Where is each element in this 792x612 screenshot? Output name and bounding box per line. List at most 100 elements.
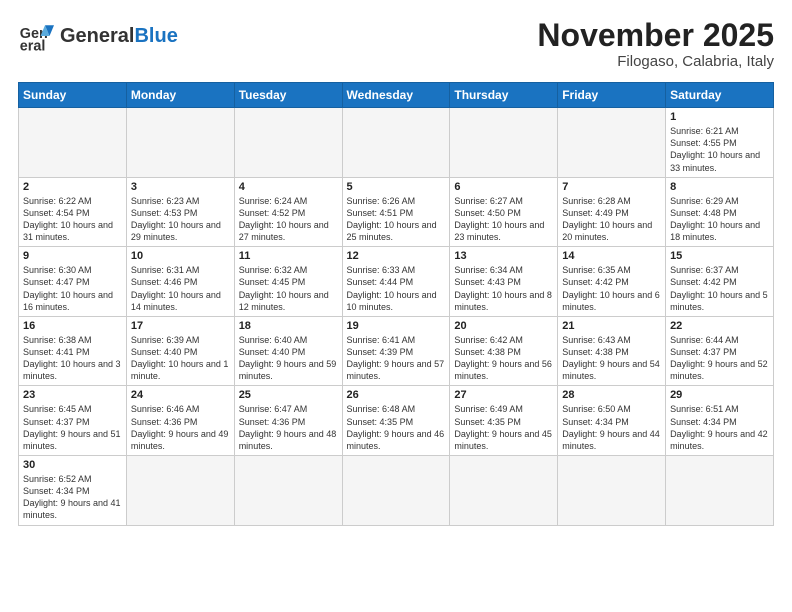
day-number: 27 [454,389,553,401]
day-info: Sunrise: 6:32 AMSunset: 4:45 PMDaylight:… [239,264,338,313]
calendar-cell: 12Sunrise: 6:33 AMSunset: 4:44 PMDayligh… [342,247,450,317]
day-number: 4 [239,181,338,193]
calendar-cell [666,456,774,526]
day-info: Sunrise: 6:30 AMSunset: 4:47 PMDaylight:… [23,264,122,313]
day-number: 22 [670,320,769,332]
day-info: Sunrise: 6:31 AMSunset: 4:46 PMDaylight:… [131,264,230,313]
calendar-cell: 4 Sunrise: 6:24 AMSunset: 4:52 PMDaylight… [234,177,342,247]
calendar-cell: 19 Sunrise: 6:41 AMSunset: 4:39 PMDayligh… [342,316,450,386]
calendar-cell: 3 Sunrise: 6:23 AMSunset: 4:53 PMDaylight… [126,177,234,247]
day-info: Sunrise: 6:29 AMSunset: 4:48 PMDaylight:… [670,195,769,244]
calendar-cell: 20Sunrise: 6:42 AMSunset: 4:38 PMDayligh… [450,316,558,386]
calendar-cell: 17 Sunrise: 6:39 AMSunset: 4:40 PMDayligh… [126,316,234,386]
day-info: Sunrise: 6:21 AMSunset: 4:55 PMDaylight:… [670,125,769,174]
day-info: Sunrise: 6:22 AMSunset: 4:54 PMDaylight:… [23,195,122,244]
day-header-tuesday: Tuesday [234,83,342,108]
day-info: Sunrise: 6:23 AMSunset: 4:53 PMDaylight:… [131,195,230,244]
calendar-cell: 23 Sunrise: 6:45 AMSunset: 4:37 PMDayligh… [19,386,127,456]
day-info: Sunrise: 6:28 AMSunset: 4:49 PMDaylight:… [562,195,661,244]
day-number: 19 [347,320,446,332]
logo-text-block: GeneralBlue [60,25,178,47]
day-header-wednesday: Wednesday [342,83,450,108]
day-info: Sunrise: 6:45 AMSunset: 4:37 PMDaylight:… [23,403,122,452]
calendar-cell: 26 Sunrise: 6:48 AMSunset: 4:35 PMDayligh… [342,386,450,456]
day-number: 29 [670,389,769,401]
day-number: 23 [23,389,122,401]
calendar-cell [126,108,234,178]
header: Gen eral GeneralBlue November 2025 Filog… [18,18,774,70]
page: Gen eral GeneralBlue November 2025 Filog… [0,0,792,536]
day-info: Sunrise: 6:52 AMSunset: 4:34 PMDaylight:… [23,473,122,522]
day-info: Sunrise: 6:37 AMSunset: 4:42 PMDaylight:… [670,264,769,313]
calendar-cell: 5Sunrise: 6:26 AMSunset: 4:51 PMDaylight… [342,177,450,247]
day-info: Sunrise: 6:24 AMSunset: 4:52 PMDaylight:… [239,195,338,244]
calendar-header: SundayMondayTuesdayWednesdayThursdayFrid… [19,83,774,108]
calendar-cell: 6Sunrise: 6:27 AMSunset: 4:50 PMDaylight… [450,177,558,247]
day-number: 26 [347,389,446,401]
day-number: 3 [131,181,230,193]
calendar-cell [342,456,450,526]
calendar-cell: 30 Sunrise: 6:52 AMSunset: 4:34 PMDayligh… [19,456,127,526]
day-number: 30 [23,459,122,471]
calendar-cell: 7 Sunrise: 6:28 AMSunset: 4:49 PMDaylight… [558,177,666,247]
day-number: 9 [23,250,122,262]
calendar-cell [558,456,666,526]
day-number: 17 [131,320,230,332]
day-number: 21 [562,320,661,332]
calendar-cell [450,456,558,526]
day-info: Sunrise: 6:34 AMSunset: 4:43 PMDaylight:… [454,264,553,313]
day-number: 10 [131,250,230,262]
calendar-cell [19,108,127,178]
day-number: 24 [131,389,230,401]
calendar-cell: 1Sunrise: 6:21 AMSunset: 4:55 PMDaylight… [666,108,774,178]
day-info: Sunrise: 6:41 AMSunset: 4:39 PMDaylight:… [347,334,446,383]
calendar-cell [126,456,234,526]
day-number: 11 [239,250,338,262]
day-info: Sunrise: 6:38 AMSunset: 4:41 PMDaylight:… [23,334,122,383]
day-info: Sunrise: 6:48 AMSunset: 4:35 PMDaylight:… [347,403,446,452]
days-header-row: SundayMondayTuesdayWednesdayThursdayFrid… [19,83,774,108]
day-number: 18 [239,320,338,332]
day-info: Sunrise: 6:39 AMSunset: 4:40 PMDaylight:… [131,334,230,383]
calendar-table: SundayMondayTuesdayWednesdayThursdayFrid… [18,82,774,525]
day-info: Sunrise: 6:44 AMSunset: 4:37 PMDaylight:… [670,334,769,383]
title-block: November 2025 Filogaso, Calabria, Italy [537,18,774,70]
calendar-cell: 18 Sunrise: 6:40 AMSunset: 4:40 PMDayligh… [234,316,342,386]
calendar-body: 1Sunrise: 6:21 AMSunset: 4:55 PMDaylight… [19,108,774,525]
calendar-subtitle: Filogaso, Calabria, Italy [537,53,774,70]
calendar-cell: 14Sunrise: 6:35 AMSunset: 4:42 PMDayligh… [558,247,666,317]
day-header-monday: Monday [126,83,234,108]
day-header-thursday: Thursday [450,83,558,108]
calendar-cell [234,108,342,178]
day-info: Sunrise: 6:33 AMSunset: 4:44 PMDaylight:… [347,264,446,313]
day-number: 14 [562,250,661,262]
calendar-cell: 11 Sunrise: 6:32 AMSunset: 4:45 PMDayligh… [234,247,342,317]
calendar-cell: 28 Sunrise: 6:50 AMSunset: 4:34 PMDayligh… [558,386,666,456]
week-row-2: 2Sunrise: 6:22 AMSunset: 4:54 PMDaylight… [19,177,774,247]
calendar-title: November 2025 [537,18,774,53]
calendar-cell [558,108,666,178]
calendar-cell: 21 Sunrise: 6:43 AMSunset: 4:38 PMDayligh… [558,316,666,386]
day-number: 28 [562,389,661,401]
day-header-friday: Friday [558,83,666,108]
calendar-cell: 22 Sunrise: 6:44 AMSunset: 4:37 PMDayligh… [666,316,774,386]
calendar-cell: 10 Sunrise: 6:31 AMSunset: 4:46 PMDayligh… [126,247,234,317]
day-number: 7 [562,181,661,193]
logo-blue: Blue [134,25,177,47]
day-info: Sunrise: 6:50 AMSunset: 4:34 PMDaylight:… [562,403,661,452]
day-info: Sunrise: 6:46 AMSunset: 4:36 PMDaylight:… [131,403,230,452]
calendar-cell: 13Sunrise: 6:34 AMSunset: 4:43 PMDayligh… [450,247,558,317]
day-info: Sunrise: 6:42 AMSunset: 4:38 PMDaylight:… [454,334,553,383]
day-number: 8 [670,181,769,193]
day-number: 25 [239,389,338,401]
logo-general: General [60,25,134,47]
calendar-cell: 29Sunrise: 6:51 AMSunset: 4:34 PMDayligh… [666,386,774,456]
calendar-cell: 27Sunrise: 6:49 AMSunset: 4:35 PMDayligh… [450,386,558,456]
calendar-cell: 9 Sunrise: 6:30 AMSunset: 4:47 PMDaylight… [19,247,127,317]
calendar-cell [234,456,342,526]
day-info: Sunrise: 6:40 AMSunset: 4:40 PMDaylight:… [239,334,338,383]
calendar-cell [342,108,450,178]
calendar-cell: 16Sunrise: 6:38 AMSunset: 4:41 PMDayligh… [19,316,127,386]
day-info: Sunrise: 6:43 AMSunset: 4:38 PMDaylight:… [562,334,661,383]
calendar-cell: 24 Sunrise: 6:46 AMSunset: 4:36 PMDayligh… [126,386,234,456]
